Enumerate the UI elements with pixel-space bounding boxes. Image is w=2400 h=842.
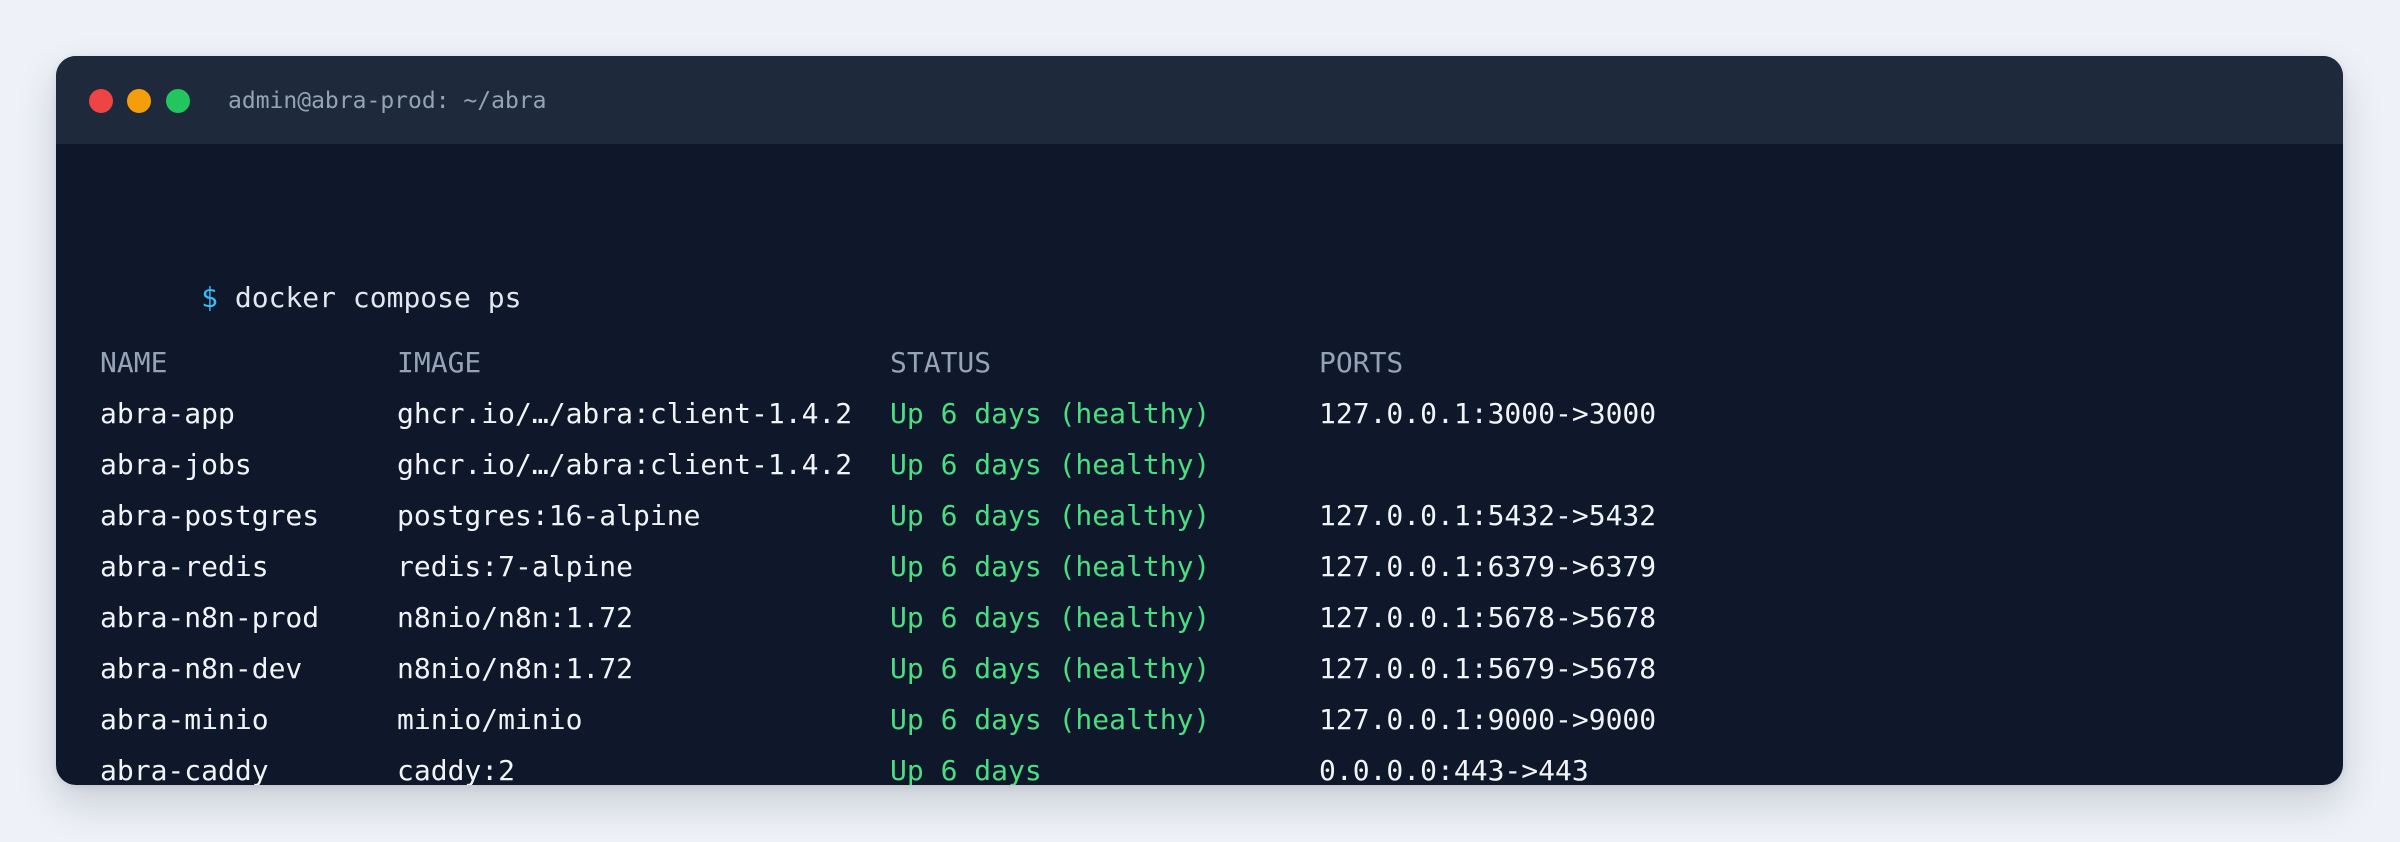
container-name: abra-postgres bbox=[100, 499, 320, 532]
container-name: abra-redis bbox=[100, 550, 269, 583]
container-name: abra-minio bbox=[100, 703, 269, 736]
prompt-symbol: $ bbox=[201, 281, 219, 314]
column-header-name: NAME bbox=[100, 346, 168, 379]
container-image: ghcr.io/…/abra:client-1.4.2 bbox=[397, 448, 853, 481]
container-name: abra-caddy bbox=[100, 754, 269, 785]
container-image: caddy:2 bbox=[397, 754, 516, 785]
maximize-window-button[interactable] bbox=[166, 89, 190, 113]
container-image: minio/minio bbox=[397, 703, 583, 736]
terminal-titlebar: admin@abra-prod: ~/abra bbox=[56, 56, 2343, 144]
container-status: Up 6 days (healthy) bbox=[890, 397, 1211, 430]
column-header-image: IMAGE bbox=[397, 346, 482, 379]
terminal-body[interactable]: $ docker compose ps NAME IMAGE STATUS PO… bbox=[100, 144, 2343, 785]
container-ports: 127.0.0.1:3000->3000 bbox=[1319, 397, 1657, 430]
command-line: $ docker compose ps bbox=[100, 244, 521, 314]
command-text: docker compose ps bbox=[234, 281, 522, 314]
container-name: abra-n8n-prod bbox=[100, 601, 320, 634]
container-status: Up 6 days bbox=[890, 754, 1042, 785]
column-header-status: STATUS bbox=[890, 346, 992, 379]
minimize-window-button[interactable] bbox=[127, 89, 151, 113]
container-image: redis:7-alpine bbox=[397, 550, 634, 583]
column-header-ports: PORTS bbox=[1319, 346, 1404, 379]
container-status: Up 6 days (healthy) bbox=[890, 499, 1211, 532]
container-name: abra-n8n-dev bbox=[100, 652, 303, 685]
container-name: abra-app bbox=[100, 397, 235, 430]
container-image: n8nio/n8n:1.72 bbox=[397, 601, 634, 634]
container-image: n8nio/n8n:1.72 bbox=[397, 652, 634, 685]
container-ports: 127.0.0.1:6379->6379 bbox=[1319, 550, 1657, 583]
container-image: postgres:16-alpine bbox=[397, 499, 701, 532]
container-ports: 127.0.0.1:5678->5678 bbox=[1319, 601, 1657, 634]
container-ports: 127.0.0.1:5679->5678 bbox=[1319, 652, 1657, 685]
container-ports: 0.0.0.0:443->443 bbox=[1319, 754, 1589, 785]
close-window-button[interactable] bbox=[89, 89, 113, 113]
container-ports: 127.0.0.1:9000->9000 bbox=[1319, 703, 1657, 736]
container-status: Up 6 days (healthy) bbox=[890, 448, 1211, 481]
container-status: Up 6 days (healthy) bbox=[890, 601, 1211, 634]
container-status: Up 6 days (healthy) bbox=[890, 703, 1211, 736]
container-status: Up 6 days (healthy) bbox=[890, 550, 1211, 583]
container-image: ghcr.io/…/abra:client-1.4.2 bbox=[397, 397, 853, 430]
window-title: admin@abra-prod: ~/abra bbox=[228, 88, 547, 114]
container-name: abra-jobs bbox=[100, 448, 252, 481]
container-ports: 127.0.0.1:5432->5432 bbox=[1319, 499, 1657, 532]
container-status: Up 6 days (healthy) bbox=[890, 652, 1211, 685]
terminal-window: admin@abra-prod: ~/abra $ docker compose… bbox=[56, 56, 2343, 785]
